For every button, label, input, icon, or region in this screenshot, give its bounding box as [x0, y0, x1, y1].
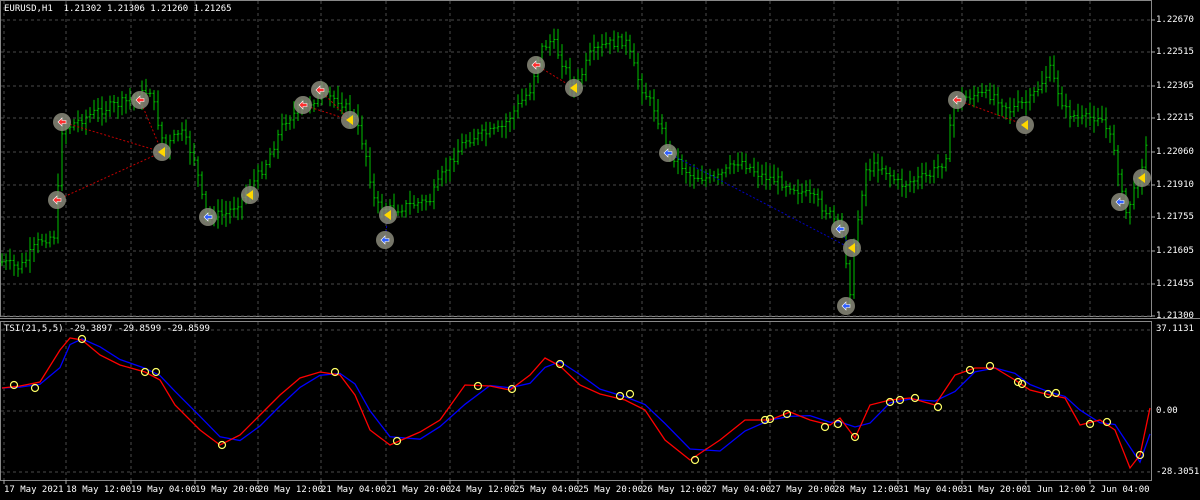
- sell-arrow-icon: [294, 96, 312, 114]
- trade-line: [56, 151, 163, 201]
- indicator-level-label: -28.3051: [1156, 467, 1200, 477]
- price-label: 1.21755: [1156, 212, 1194, 222]
- buy-arrow-icon: [376, 231, 394, 249]
- buy-arrow-icon: [659, 144, 677, 162]
- sell-arrow-icon: [53, 113, 71, 131]
- mt4-chart-window[interactable]: EURUSD,H1 1.21302 1.21306 1.21260 1.2126…: [0, 0, 1200, 500]
- tsi-cross-marker: [910, 393, 920, 403]
- indicator-level-label: 37.1131: [1156, 324, 1194, 334]
- exit-arrow-icon: [241, 186, 259, 204]
- time-label: 25 May 04:00: [514, 485, 580, 495]
- indicator-header: TSI(21,5,5) -29.3897 -29.8599 -29.8599: [4, 324, 210, 334]
- time-label: 27 May 04:00: [706, 485, 772, 495]
- time-label: 18 May 12:00: [66, 485, 132, 495]
- trade-line: [667, 152, 851, 249]
- time-label: 21 May 04:00: [321, 485, 387, 495]
- sell-arrow-icon: [131, 91, 149, 109]
- time-label: 27 May 20:00: [770, 485, 836, 495]
- buy-arrow-icon: [1111, 193, 1129, 211]
- trade-line: [956, 99, 1026, 126]
- exit-arrow-icon: [379, 206, 397, 224]
- buy-arrow-icon: [837, 297, 855, 315]
- time-label: 28 May 12:00: [834, 485, 900, 495]
- price-label: 1.22060: [1156, 147, 1194, 157]
- sell-arrow-icon: [311, 81, 329, 99]
- price-label: 1.21605: [1156, 246, 1194, 256]
- exit-arrow-icon: [565, 79, 583, 97]
- buy-arrow-icon: [831, 220, 849, 238]
- price-label: 1.22215: [1156, 113, 1194, 123]
- time-label: 26 May 12:00: [642, 485, 708, 495]
- tsi-cross-marker: [820, 422, 830, 432]
- tsi-line: [1, 337, 1151, 470]
- time-label: 21 May 20:00: [386, 485, 452, 495]
- time-label: 31 May 04:00: [898, 485, 964, 495]
- exit-arrow-icon: [1016, 116, 1034, 134]
- price-label: 1.22515: [1156, 47, 1194, 57]
- time-label: 2 Jun 04:00: [1090, 485, 1150, 495]
- sell-arrow-icon: [527, 56, 545, 74]
- tsi-signal-line: [1, 338, 1151, 464]
- exit-arrow-icon: [153, 143, 171, 161]
- time-label: 1 Jun 12:00: [1026, 485, 1086, 495]
- time-label: 20 May 12:00: [258, 485, 324, 495]
- time-label: 19 May 20:00: [195, 485, 261, 495]
- time-label: 25 May 20:00: [578, 485, 644, 495]
- main-pane-frame: [0, 0, 1152, 317]
- tsi-cross-marker: [625, 389, 635, 399]
- buy-arrow-icon: [199, 208, 217, 226]
- chart-layer: [0, 0, 1200, 484]
- price-label: 1.21455: [1156, 279, 1194, 289]
- exit-arrow-icon: [341, 111, 359, 129]
- trade-line: [61, 121, 163, 153]
- time-label: 31 May 20:00: [962, 485, 1028, 495]
- chart-header: EURUSD,H1 1.21302 1.21306 1.21260 1.2126…: [4, 4, 232, 14]
- time-label: 19 May 04:00: [131, 485, 197, 495]
- time-label: 17 May 2021: [4, 485, 64, 495]
- exit-arrow-icon: [843, 239, 861, 257]
- price-label: 1.22670: [1156, 15, 1194, 25]
- indicator-level-label: 0.00: [1156, 406, 1178, 416]
- price-label: 1.22365: [1156, 81, 1194, 91]
- price-label: 1.21910: [1156, 180, 1194, 190]
- time-label: 24 May 12:00: [450, 485, 516, 495]
- sell-arrow-icon: [948, 91, 966, 109]
- price-label: 1.21300: [1156, 311, 1194, 321]
- tsi-cross-marker: [690, 455, 700, 465]
- sell-arrow-icon: [48, 191, 66, 209]
- tsi-cross-marker: [933, 402, 943, 412]
- price-chart-canvas[interactable]: [0, 0, 1200, 500]
- exit-arrow-icon: [1133, 169, 1151, 187]
